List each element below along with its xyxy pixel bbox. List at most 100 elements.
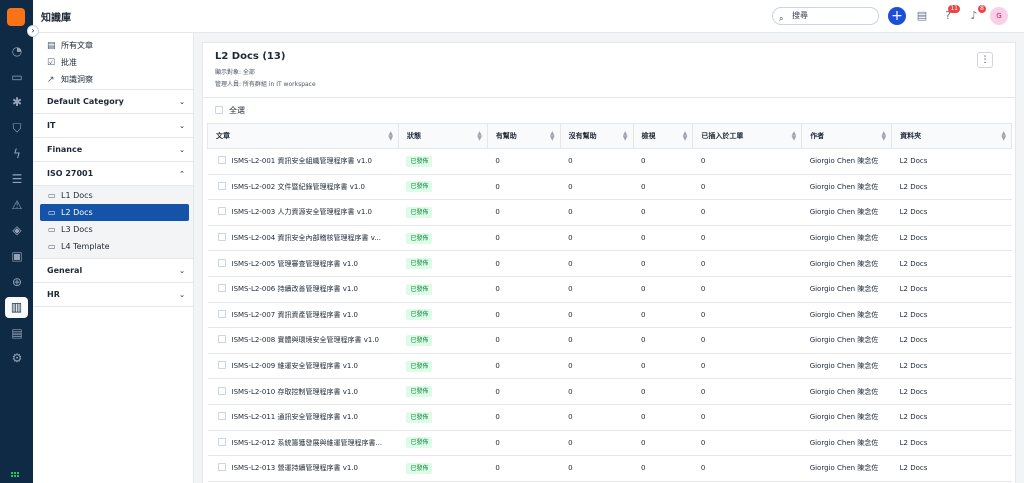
help-icon[interactable]: ? 11 xyxy=(940,5,960,24)
apps-grid-icon[interactable] xyxy=(11,472,21,480)
table-row[interactable]: ISMS-L2-010 存取控制管理程序書 v1.0 已發佈 0 0 0 0 Giorgio… xyxy=(207,378,1012,405)
column-header[interactable]: 沒有幫助 ▲ ▼ xyxy=(559,123,634,149)
sidebar-link[interactable]: ↗ 知識洞察 xyxy=(33,71,193,88)
more-options-button[interactable]: ⋮ xyxy=(977,52,993,68)
article-cell[interactable]: ISMS-L2-010 存取控制管理程序書 v1.0 xyxy=(207,378,399,405)
avatar[interactable]: G xyxy=(990,7,1008,25)
table-row[interactable]: ISMS-L2-011 通訊安全管理程序書 v1.0 已發佈 0 0 0 0 Giorgio… xyxy=(207,404,1012,431)
sidebar-folder-item[interactable]: ▭ L1 Docs xyxy=(40,187,189,204)
select-all[interactable]: 全選 xyxy=(215,105,245,116)
row-checkbox[interactable] xyxy=(217,463,226,472)
list-icon[interactable]: ☰ xyxy=(9,171,25,187)
table-row[interactable]: ISMS-L2-004 資訊安全內部稽核管理程序書 v... 已發佈 0 0 0 0 Gio… xyxy=(207,225,1012,252)
table-row[interactable]: ISMS-L2-013 營運持續管理程序書 v1.0 已發佈 0 0 0 0 Giorgio… xyxy=(207,455,1012,482)
inbox-icon[interactable]: ▭ xyxy=(9,69,25,85)
row-checkbox[interactable] xyxy=(217,386,226,395)
collapse-rail-button[interactable]: › xyxy=(27,25,39,37)
cell-text[interactable]: ISMS-L2-007 資訊資產管理程序書 v1.0 xyxy=(232,311,358,319)
table-row[interactable]: ISMS-L2-006 持續改善管理程序書 v1.0 已發佈 0 0 0 0 Giorgio… xyxy=(207,276,1012,303)
row-checkbox[interactable] xyxy=(217,258,226,267)
table-row[interactable]: ISMS-L2-007 資訊資產管理程序書 v1.0 已發佈 0 0 0 0 Giorgio… xyxy=(207,302,1012,329)
article-cell[interactable]: ISMS-L2-007 資訊資產管理程序書 v1.0 xyxy=(207,302,399,329)
row-checkbox[interactable] xyxy=(217,335,226,344)
sidebar-folder-item[interactable]: ▭ L2 Docs xyxy=(40,204,189,221)
create-button[interactable]: + xyxy=(888,7,906,25)
sidebar-category[interactable]: IT ⌄ xyxy=(33,114,193,138)
table-row[interactable]: ISMS-L2-001 資訊安全組織管理程序書 v1.0 已發佈 0 0 0 0 Giorg… xyxy=(207,148,1012,175)
article-cell[interactable]: ISMS-L2-012 系統籌獲發展與維運管理程序書... xyxy=(207,430,399,457)
sort-icon[interactable]: ▲ ▼ xyxy=(1001,131,1006,142)
cell-text[interactable]: ISMS-L2-009 維運安全管理程序書 v1.0 xyxy=(232,362,358,370)
column-header[interactable]: 狀態 ▲ ▼ xyxy=(397,123,488,149)
article-cell[interactable]: ISMS-L2-009 維運安全管理程序書 v1.0 xyxy=(207,353,399,380)
sidebar-category[interactable]: General ⌄ xyxy=(33,259,193,283)
book-icon[interactable]: ▥ xyxy=(5,297,28,318)
article-cell[interactable]: ISMS-L2-011 通訊安全管理程序書 v1.0 xyxy=(207,404,399,431)
sort-icon[interactable]: ▲ ▼ xyxy=(792,131,797,142)
sidebar-link[interactable]: ▤ 所有文章 xyxy=(33,37,193,54)
shield-icon[interactable]: ⛉ xyxy=(9,120,25,136)
row-checkbox[interactable] xyxy=(217,412,226,421)
contacts-book-icon[interactable]: ▤ xyxy=(914,8,930,24)
row-checkbox[interactable] xyxy=(217,233,226,242)
sidebar-folder-item[interactable]: ▭ L3 Docs xyxy=(40,221,189,238)
row-checkbox[interactable] xyxy=(217,437,226,446)
warning-icon[interactable]: ⚠ xyxy=(9,197,25,213)
cell-text[interactable]: ISMS-L2-004 資訊安全內部稽核管理程序書 v... xyxy=(232,234,381,242)
app-logo[interactable] xyxy=(7,8,25,26)
article-cell[interactable]: ISMS-L2-004 資訊安全內部稽核管理程序書 v... xyxy=(207,225,399,252)
column-header[interactable]: 檢視 ▲ ▼ xyxy=(632,123,694,149)
table-row[interactable]: ISMS-L2-008 實體與環境安全管理程序書 v1.0 已發佈 0 0 0 0 Gior… xyxy=(207,327,1012,354)
article-cell[interactable]: ISMS-L2-006 持續改善管理程序書 v1.0 xyxy=(207,276,399,303)
bolt-icon[interactable]: ϟ xyxy=(9,146,25,162)
bell-icon[interactable]: ♪ 8 xyxy=(966,5,986,24)
cell-text[interactable]: ISMS-L2-013 營運持續管理程序書 v1.0 xyxy=(232,464,358,472)
row-checkbox[interactable] xyxy=(217,361,226,370)
contacts-icon[interactable]: ▣ xyxy=(9,248,25,264)
article-cell[interactable]: ISMS-L2-002 文件暨紀錄管理程序書 v1.0 xyxy=(207,174,399,201)
column-header[interactable]: 作者 ▲ ▼ xyxy=(801,123,893,149)
sidebar-folder-item[interactable]: ▭ L4 Template xyxy=(40,238,189,255)
row-checkbox[interactable] xyxy=(217,284,226,293)
row-checkbox[interactable] xyxy=(217,207,226,216)
cell-text[interactable]: ISMS-L2-001 資訊安全組織管理程序書 v1.0 xyxy=(232,157,372,165)
cell-text[interactable]: ISMS-L2-002 文件暨紀錄管理程序書 v1.0 xyxy=(232,183,365,191)
sidebar-category[interactable]: HR ⌄ xyxy=(33,283,193,307)
sidebar-category[interactable]: Default Category ⌄ xyxy=(33,90,193,114)
search-input[interactable]: ⌕ 搜尋 xyxy=(772,7,879,25)
article-cell[interactable]: ISMS-L2-013 營運持續管理程序書 v1.0 xyxy=(207,455,399,482)
settings-icon[interactable]: ⚙ xyxy=(9,350,25,366)
article-cell[interactable]: ISMS-L2-005 管理審查管理程序書 v1.0 xyxy=(207,250,399,277)
sort-icon[interactable]: ▲ ▼ xyxy=(882,131,887,142)
cell-text[interactable]: ISMS-L2-011 通訊安全管理程序書 v1.0 xyxy=(232,413,358,421)
row-checkbox[interactable] xyxy=(217,156,226,165)
cell-text[interactable]: ISMS-L2-012 系統籌獲發展與維運管理程序書... xyxy=(232,439,383,447)
sort-icon[interactable]: ▲ ▼ xyxy=(388,131,393,142)
layers-icon[interactable]: ◈ xyxy=(9,222,25,238)
dashboard-icon[interactable]: ◔ xyxy=(9,43,25,59)
row-checkbox[interactable] xyxy=(217,309,226,318)
sort-icon[interactable]: ▲ ▼ xyxy=(623,131,628,142)
cell-text[interactable]: ISMS-L2-006 持續改善管理程序書 v1.0 xyxy=(232,285,358,293)
bug-icon[interactable]: ✱ xyxy=(9,94,25,110)
sort-icon[interactable]: ▲ ▼ xyxy=(683,131,688,142)
table-row[interactable]: ISMS-L2-012 系統籌獲發展與維運管理程序書... 已發佈 0 0 0 0 Gior… xyxy=(207,430,1012,457)
sidebar-category[interactable]: ISO 27001 ⌃ xyxy=(33,162,193,186)
table-row[interactable]: ISMS-L2-002 文件暨紀錄管理程序書 v1.0 已發佈 0 0 0 0 Giorgi… xyxy=(207,174,1012,201)
table-row[interactable]: ISMS-L2-009 維運安全管理程序書 v1.0 已發佈 0 0 0 0 Giorgio… xyxy=(207,353,1012,380)
column-header[interactable]: 文章 ▲ ▼ xyxy=(207,123,399,149)
column-header[interactable]: 資料夾 ▲ ▼ xyxy=(891,123,1012,149)
cell-text[interactable]: ISMS-L2-008 實體與環境安全管理程序書 v1.0 xyxy=(232,336,379,344)
select-all-checkbox[interactable] xyxy=(215,106,223,114)
article-cell[interactable]: ISMS-L2-003 人力資源安全管理程序書 v1.0 xyxy=(207,199,399,226)
cell-text[interactable]: ISMS-L2-003 人力資源安全管理程序書 v1.0 xyxy=(232,208,372,216)
sidebar-link[interactable]: ☑ 批准 xyxy=(33,54,193,71)
cell-text[interactable]: ISMS-L2-010 存取控制管理程序書 v1.0 xyxy=(232,388,358,396)
column-header[interactable]: 有幫助 ▲ ▼ xyxy=(486,123,561,149)
cell-text[interactable]: ISMS-L2-005 管理審查管理程序書 v1.0 xyxy=(232,260,358,268)
compass-icon[interactable]: ⊕ xyxy=(9,274,25,290)
chart-icon[interactable]: ▤ xyxy=(9,325,25,341)
column-header[interactable]: 已插入於工單 ▲ ▼ xyxy=(692,123,803,149)
sidebar-category[interactable]: Finance ⌄ xyxy=(33,138,193,162)
sort-icon[interactable]: ▲ ▼ xyxy=(477,131,482,142)
